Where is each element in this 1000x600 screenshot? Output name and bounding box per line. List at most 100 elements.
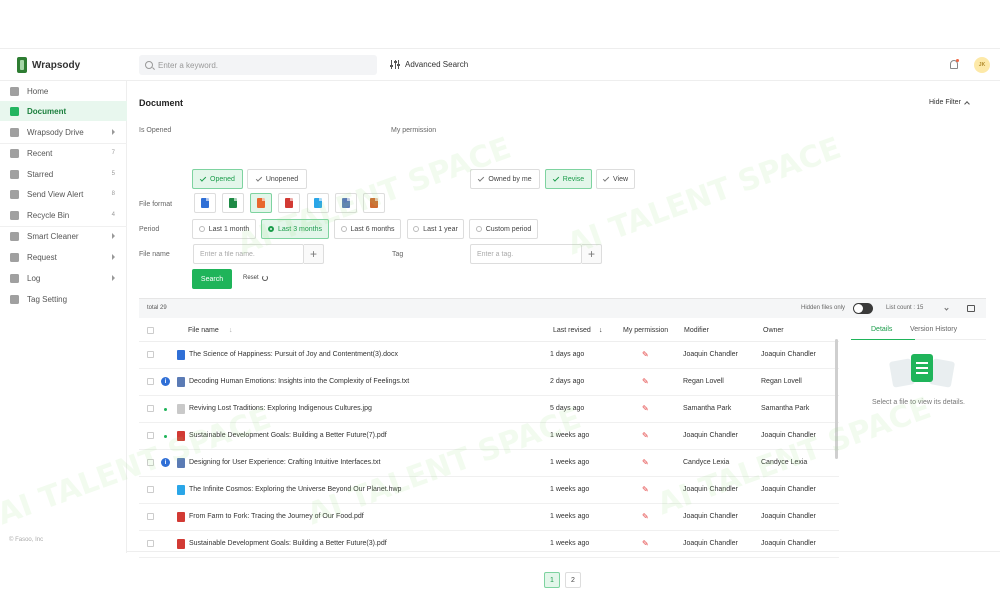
file-name[interactable]: Decoding Human Emotions: Insights into t… bbox=[189, 378, 409, 385]
format-pdf-button[interactable] bbox=[278, 193, 300, 213]
col-file-name[interactable]: File name bbox=[188, 327, 219, 334]
row-checkbox[interactable] bbox=[147, 486, 154, 493]
file-name[interactable]: The Science of Happiness: Pursuit of Joy… bbox=[189, 351, 398, 358]
sidebar-item-label: Tag Setting bbox=[27, 294, 68, 304]
format-image-button[interactable] bbox=[363, 193, 385, 213]
hidden-files-toggle[interactable] bbox=[853, 303, 873, 314]
opened-chip[interactable]: Opened bbox=[192, 169, 243, 189]
info-icon[interactable]: i bbox=[161, 377, 170, 386]
add-file-name-button[interactable]: + bbox=[304, 244, 324, 264]
sidebar-item-recent[interactable]: Recent 7 bbox=[0, 143, 127, 163]
file-name[interactable]: The Infinite Cosmos: Exploring the Unive… bbox=[189, 486, 401, 493]
table-row[interactable]: The Science of Happiness: Pursuit of Joy… bbox=[139, 342, 839, 369]
period-1-year[interactable]: Last 1 year bbox=[407, 219, 464, 239]
table-row[interactable]: i Designing for User Experience: Craftin… bbox=[139, 450, 839, 477]
row-checkbox[interactable] bbox=[147, 513, 154, 520]
revise-chip[interactable]: Revise bbox=[545, 169, 592, 189]
row-checkbox[interactable] bbox=[147, 432, 154, 439]
format-word-button[interactable] bbox=[194, 193, 216, 213]
format-excel-button[interactable] bbox=[222, 193, 244, 213]
page-2-button[interactable]: 2 bbox=[565, 572, 581, 588]
table-row[interactable]: From Farm to Fork: Tracing the Journey o… bbox=[139, 504, 839, 531]
sidebar-item-starred[interactable]: Starred 5 bbox=[0, 164, 127, 184]
search-box[interactable] bbox=[139, 55, 377, 75]
sort-down-icon[interactable]: ↓ bbox=[599, 327, 603, 334]
format-hwp-button[interactable] bbox=[307, 193, 329, 213]
row-checkbox[interactable] bbox=[147, 540, 154, 547]
file-name[interactable]: Reviving Lost Traditions: Exploring Indi… bbox=[189, 405, 372, 412]
hide-filter-button[interactable]: Hide Filter bbox=[929, 99, 970, 107]
owned-by-me-chip[interactable]: Owned by me bbox=[470, 169, 540, 189]
col-owner[interactable]: Owner bbox=[763, 327, 784, 334]
owner: Joaquin Chandler bbox=[761, 432, 816, 439]
format-powerpoint-button[interactable] bbox=[250, 193, 272, 213]
select-all-checkbox[interactable] bbox=[147, 327, 154, 334]
file-name[interactable]: Sustainable Development Goals: Building … bbox=[189, 540, 387, 547]
radio-icon bbox=[413, 226, 420, 232]
format-txt-button[interactable] bbox=[335, 193, 357, 213]
sidebar-item-document[interactable]: Document bbox=[0, 101, 127, 121]
tag-input[interactable] bbox=[471, 245, 581, 263]
chip-label: Opened bbox=[210, 175, 235, 183]
tab-details[interactable]: Details bbox=[871, 326, 892, 333]
search-input[interactable] bbox=[158, 60, 358, 70]
col-modifier[interactable]: Modifier bbox=[684, 327, 709, 334]
table-row[interactable]: Sustainable Development Goals: Building … bbox=[139, 423, 839, 450]
row-checkbox[interactable] bbox=[147, 405, 154, 412]
owner: Samantha Park bbox=[761, 405, 810, 412]
file-name-input[interactable] bbox=[194, 245, 303, 263]
period-1-month[interactable]: Last 1 month bbox=[192, 219, 256, 239]
logo[interactable]: Wrapsody bbox=[17, 57, 80, 73]
sidebar-item-smart-cleaner[interactable]: Smart Cleaner bbox=[0, 226, 127, 246]
sidebar-item-send-view-alert[interactable]: Send View Alert 8 bbox=[0, 184, 127, 204]
chip-label: Custom period bbox=[485, 225, 532, 233]
row-checkbox[interactable] bbox=[147, 351, 154, 358]
send-icon bbox=[10, 189, 19, 199]
sidebar-item-tag-setting[interactable]: Tag Setting bbox=[0, 289, 127, 309]
col-my-permission[interactable]: My permission bbox=[623, 327, 668, 334]
reset-button[interactable]: Reset bbox=[243, 275, 268, 281]
add-tag-button[interactable]: + bbox=[582, 244, 602, 264]
avatar[interactable]: JK bbox=[974, 57, 990, 73]
sidebar-item-home[interactable]: Home bbox=[0, 81, 127, 101]
table-row[interactable]: The Infinite Cosmos: Exploring the Unive… bbox=[139, 477, 839, 504]
total-count: total 29 bbox=[147, 305, 167, 311]
col-last-revised[interactable]: Last revised bbox=[553, 327, 591, 334]
sidebar-item-wrapsody-drive[interactable]: Wrapsody Drive bbox=[0, 122, 127, 142]
sidebar-item-recycle-bin[interactable]: Recycle Bin 4 bbox=[0, 205, 127, 225]
file-name[interactable]: Designing for User Experience: Crafting … bbox=[189, 459, 380, 466]
unopened-chip[interactable]: Unopened bbox=[247, 169, 307, 189]
row-checkbox[interactable] bbox=[147, 459, 154, 466]
star-icon bbox=[10, 169, 19, 179]
info-icon[interactable]: i bbox=[161, 458, 170, 467]
table-scrollbar[interactable] bbox=[835, 339, 838, 459]
active-tab-indicator bbox=[851, 339, 915, 340]
advanced-search-button[interactable]: Advanced Search bbox=[390, 60, 468, 69]
top-bar: Wrapsody Advanced Search JK bbox=[0, 49, 1000, 81]
list-count-select[interactable]: List count : 15 bbox=[886, 305, 923, 311]
file-name[interactable]: From Farm to Fork: Tracing the Journey o… bbox=[189, 513, 364, 520]
period-custom[interactable]: Custom period bbox=[469, 219, 538, 239]
sidebar-item-request[interactable]: Request bbox=[0, 247, 127, 267]
columns-icon[interactable] bbox=[967, 305, 975, 312]
chevron-down-icon[interactable] bbox=[944, 306, 949, 311]
tab-version-history[interactable]: Version History bbox=[910, 326, 957, 333]
row-checkbox[interactable] bbox=[147, 378, 154, 385]
table-row[interactable]: Reviving Lost Traditions: Exploring Indi… bbox=[139, 396, 839, 423]
page-1-button[interactable]: 1 bbox=[544, 572, 560, 588]
trash-icon bbox=[10, 210, 19, 220]
tag-field[interactable] bbox=[470, 244, 582, 264]
file-name-field[interactable] bbox=[193, 244, 304, 264]
search-button[interactable]: Search bbox=[192, 269, 232, 289]
pdf-icon bbox=[177, 512, 185, 522]
view-chip[interactable]: View bbox=[596, 169, 635, 189]
new-status-dot bbox=[164, 435, 167, 438]
sort-down-icon[interactable]: ↓ bbox=[229, 327, 233, 334]
table-row[interactable]: Sustainable Development Goals: Building … bbox=[139, 531, 839, 558]
sidebar-item-log[interactable]: Log bbox=[0, 268, 127, 288]
table-row[interactable]: i Decoding Human Emotions: Insights into… bbox=[139, 369, 839, 396]
file-name[interactable]: Sustainable Development Goals: Building … bbox=[189, 432, 387, 439]
modifier: Regan Lovell bbox=[683, 378, 724, 385]
period-6-months[interactable]: Last 6 months bbox=[334, 219, 401, 239]
period-3-months[interactable]: Last 3 months bbox=[261, 219, 329, 239]
